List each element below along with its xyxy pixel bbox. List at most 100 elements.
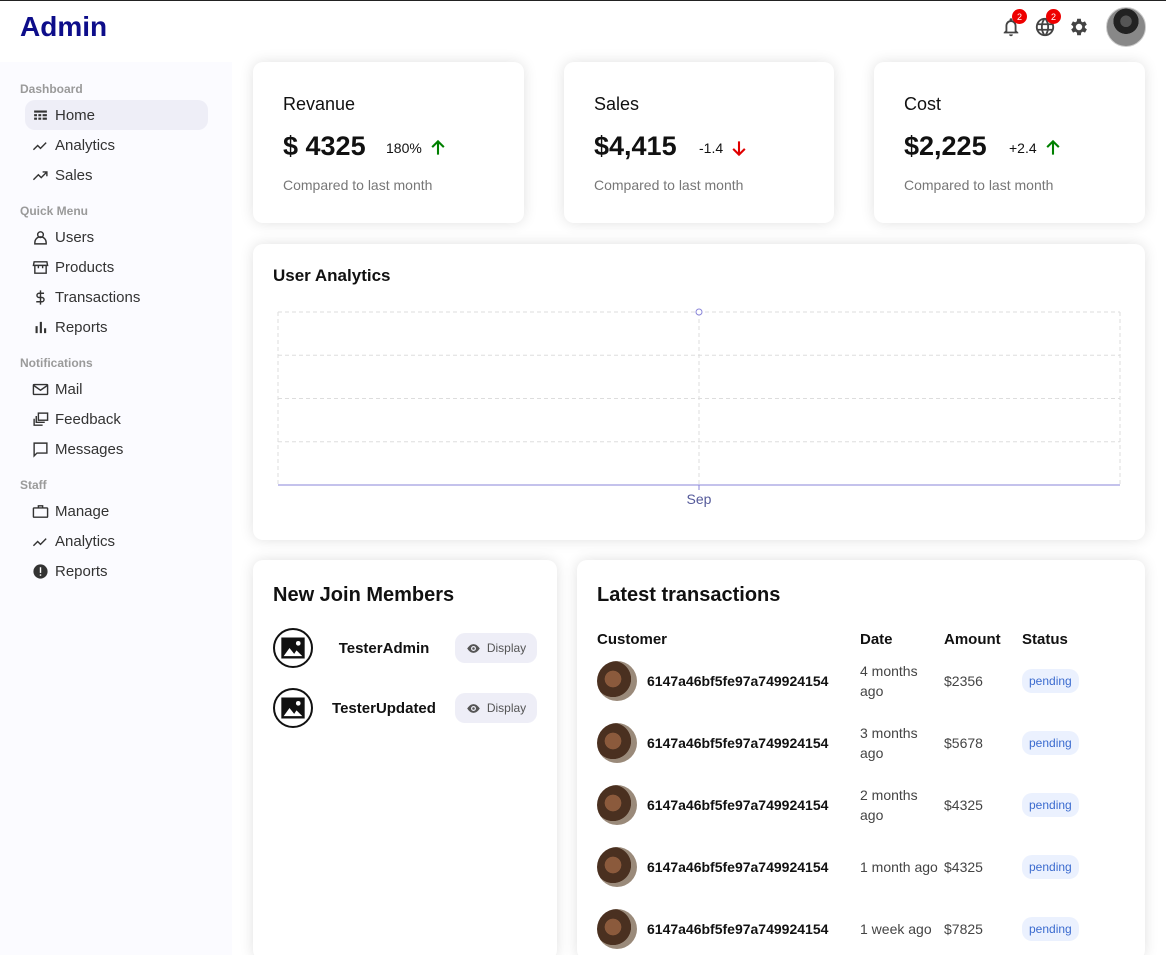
date: 3 months ago: [860, 725, 918, 761]
sidebar-item-label: Analytics: [55, 136, 116, 154]
arrow-up-icon: [431, 139, 445, 155]
sidebar-section-title: Dashboard: [20, 82, 83, 96]
sidebar-item-label: Mail: [55, 380, 83, 398]
eye-icon: [467, 703, 480, 713]
sidebar-item-home[interactable]: Home: [25, 100, 208, 130]
table-row: 6147a46bf5fe97a749924154 1 month ago $43…: [597, 836, 1102, 898]
sidebar-section-title: Quick Menu: [20, 204, 89, 218]
member-row: TesterUpdated Display: [273, 688, 537, 728]
chat-bubble-icon: [31, 440, 49, 458]
customer-avatar: [597, 661, 637, 701]
trending-up-icon: [31, 166, 49, 184]
sidebar-item-label: Home: [55, 106, 96, 124]
customer-avatar: [597, 723, 637, 763]
amount: $5678: [944, 735, 983, 751]
table-row: 6147a46bf5fe97a749924154 1 week ago $782…: [597, 898, 1102, 955]
date: 2 months ago: [860, 787, 918, 823]
featured-money: $2,225: [904, 131, 987, 161]
dynamic-feed-icon: [31, 410, 49, 428]
sidebar-item-users[interactable]: Users: [25, 222, 208, 252]
table-header-row: Customer Date Amount Status: [597, 628, 1102, 650]
member-name: TesterUpdated: [332, 699, 436, 717]
sidebar-item-label: Manage: [55, 502, 110, 520]
rate-value: 180%: [386, 140, 422, 156]
customer-avatar: [597, 909, 637, 949]
featured-card-cost: Cost $2,225 +2.4 Compared to last month: [874, 62, 1145, 223]
sidebar-item-transactions[interactable]: Transactions: [25, 282, 208, 312]
status-badge[interactable]: pending: [1022, 669, 1079, 693]
table-row: 6147a46bf5fe97a749924154 4 months ago $2…: [597, 650, 1102, 712]
notifications-icon[interactable]: 2: [1000, 9, 1027, 38]
amount: $2356: [944, 673, 983, 689]
dashboard-icon: [31, 106, 49, 124]
image-placeholder-icon: [273, 688, 313, 728]
status-badge[interactable]: pending: [1022, 855, 1079, 879]
bar-chart-icon: [31, 318, 49, 336]
user-analytics-chart: User Analytics Sep: [253, 244, 1145, 540]
display-button[interactable]: Display: [455, 693, 537, 723]
sidebar-item-products[interactable]: Products: [25, 252, 208, 282]
header-customer: Customer: [597, 630, 668, 648]
sidebar-item-label: Messages: [55, 440, 124, 458]
sidebar-item-staff-analytics[interactable]: Analytics: [25, 526, 208, 556]
featured-rate: -1.4: [699, 138, 749, 158]
sidebar-item-messages[interactable]: Messages: [25, 434, 208, 464]
sidebar-section-title: Notifications: [20, 356, 93, 370]
date: 1 week ago: [860, 921, 932, 937]
chart-svg: Sep: [277, 308, 1121, 507]
featured-title: Revanue: [283, 94, 356, 114]
logo[interactable]: Admin: [20, 11, 107, 43]
featured-sub: Compared to last month: [594, 177, 744, 193]
display-button[interactable]: Display: [455, 633, 537, 663]
featured-card-revenue: Revanue $ 4325 180% Compared to last mon…: [253, 62, 524, 223]
image-placeholder-icon: [273, 628, 313, 668]
sidebar-item-staff-reports[interactable]: Reports: [25, 556, 208, 586]
featured-title: Sales: [594, 94, 640, 114]
latest-transactions-widget: Latest transactions Customer Date Amount…: [577, 560, 1145, 955]
new-members-widget: New Join Members TesterAdmin Display Tes…: [253, 560, 557, 955]
dollar-icon: [31, 288, 49, 306]
customer-id: 6147a46bf5fe97a749924154: [647, 921, 829, 937]
person-icon: [31, 228, 49, 246]
x-tick-label: Sep: [687, 491, 712, 507]
report-icon: [31, 562, 49, 580]
header-date: Date: [860, 630, 893, 648]
sidebar-item-reports[interactable]: Reports: [25, 312, 208, 342]
mail-icon: [31, 380, 49, 398]
sidebar-item-analytics[interactable]: Analytics: [25, 130, 208, 160]
sidebar-item-label: Reports: [55, 318, 108, 336]
customer-id: 6147a46bf5fe97a749924154: [647, 735, 829, 751]
featured-money: $4,415: [594, 131, 677, 161]
topbar-icons: 2 2: [1000, 7, 1146, 47]
settings-gear-icon[interactable]: [1068, 16, 1090, 38]
sidebar-item-label: Feedback: [55, 410, 121, 428]
sidebar-item-mail[interactable]: Mail: [25, 374, 208, 404]
sidebar-item-manage[interactable]: Manage: [25, 496, 208, 526]
featured-sub: Compared to last month: [904, 177, 1054, 193]
header-amount: Amount: [944, 630, 1001, 648]
eye-icon: [467, 643, 480, 653]
sidebar-item-label: Sales: [55, 166, 93, 184]
customer-id: 6147a46bf5fe97a749924154: [647, 797, 829, 813]
status-badge[interactable]: pending: [1022, 793, 1079, 817]
featured-sub: Compared to last month: [283, 177, 433, 193]
member-row: TesterAdmin Display: [273, 628, 537, 668]
sidebar-item-label: Products: [55, 258, 115, 276]
amount: $4325: [944, 797, 983, 813]
language-badge: 2: [1046, 9, 1061, 24]
transactions-table: Customer Date Amount Status 6147a46bf5fe…: [597, 628, 1102, 955]
customer-id: 6147a46bf5fe97a749924154: [647, 673, 829, 689]
sidebar-item-label: Reports: [55, 562, 108, 580]
sidebar-item-sales[interactable]: Sales: [25, 160, 208, 190]
storefront-icon: [31, 258, 49, 276]
language-icon[interactable]: 2: [1034, 9, 1061, 38]
user-avatar[interactable]: [1106, 7, 1146, 47]
data-point: [695, 308, 703, 316]
sidebar-item-label: Analytics: [55, 532, 116, 550]
member-name: TesterAdmin: [338, 639, 430, 657]
topbar: Admin 2 2: [0, 0, 1166, 52]
work-icon: [31, 502, 49, 520]
status-badge[interactable]: pending: [1022, 917, 1079, 941]
status-badge[interactable]: pending: [1022, 731, 1079, 755]
sidebar-item-feedback[interactable]: Feedback: [25, 404, 208, 434]
